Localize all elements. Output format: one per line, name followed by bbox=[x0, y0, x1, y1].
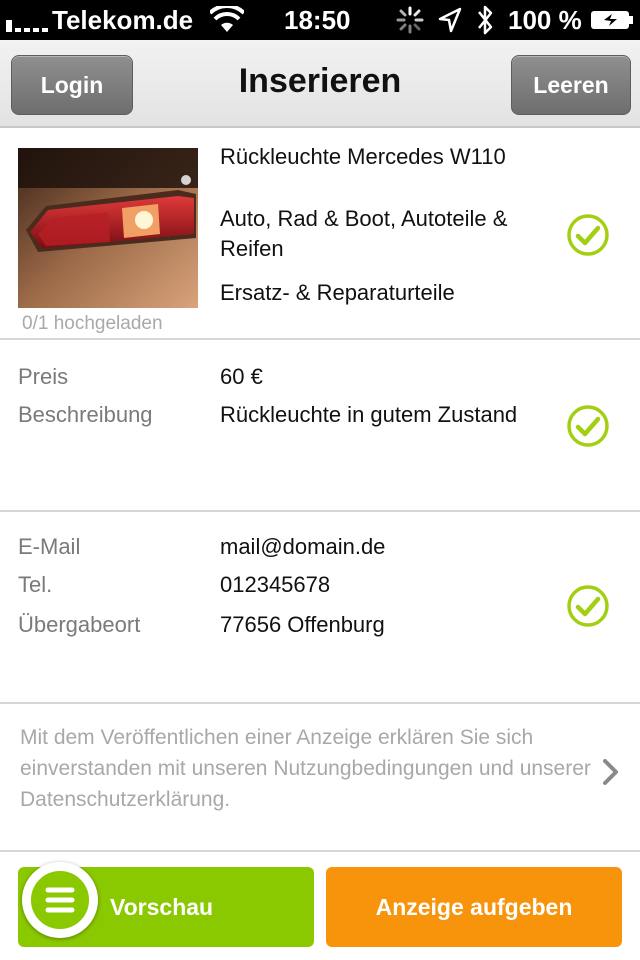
description-label: Beschreibung bbox=[18, 402, 153, 427]
bluetooth-icon bbox=[478, 5, 493, 35]
wifi-icon bbox=[210, 6, 244, 32]
signal-icon bbox=[6, 20, 48, 32]
checkmark-icon bbox=[567, 585, 609, 627]
location-arrow-icon bbox=[438, 7, 462, 33]
activity-spinner-icon bbox=[396, 6, 424, 34]
checkmark-icon bbox=[567, 214, 609, 256]
checkmark-icon bbox=[567, 405, 609, 447]
carrier-name: Telekom.de bbox=[52, 5, 194, 35]
item-photo[interactable] bbox=[18, 148, 198, 308]
chevron-right-icon[interactable] bbox=[600, 757, 622, 787]
divider bbox=[0, 702, 640, 704]
status-bar: Telekom.de 18:50 100 % bbox=[0, 0, 640, 40]
email-value[interactable]: mail@domain.de bbox=[220, 532, 385, 562]
price-value[interactable]: 60 € bbox=[220, 362, 263, 392]
description-value[interactable]: Rückleuchte in gutem Zustand bbox=[220, 400, 520, 430]
item-category[interactable]: Auto, Rad & Boot, Autoteile & Reifen bbox=[220, 204, 550, 264]
divider bbox=[0, 338, 640, 340]
publish-button[interactable]: Anzeige aufgeben bbox=[326, 867, 622, 947]
item-title[interactable]: Rückleuchte Mercedes W110 bbox=[220, 144, 506, 170]
phone-label: Tel. bbox=[18, 572, 53, 597]
phone-value[interactable]: 012345678 bbox=[220, 570, 330, 600]
menu-icon bbox=[28, 868, 92, 932]
clear-button[interactable]: Leeren bbox=[511, 55, 631, 115]
terms-notice[interactable]: Mit dem Veröffentlichen einer Anzeige er… bbox=[20, 722, 600, 815]
item-subcategory[interactable]: Ersatz- & Reparaturteile bbox=[220, 280, 455, 306]
location-value[interactable]: 77656 Offenburg bbox=[220, 610, 385, 640]
divider bbox=[0, 510, 640, 512]
nav-bar: Login Inserieren Leeren bbox=[0, 40, 640, 128]
battery-percent: 100 % bbox=[508, 5, 582, 35]
upload-status: 0/1 hochgeladen bbox=[22, 313, 163, 334]
email-label: E-Mail bbox=[18, 534, 81, 559]
battery-icon bbox=[591, 11, 633, 29]
location-label: Übergabeort bbox=[18, 612, 141, 637]
preview-label: Vorschau bbox=[110, 893, 214, 920]
menu-button[interactable] bbox=[22, 862, 98, 938]
clock: 18:50 bbox=[284, 5, 351, 35]
divider bbox=[0, 850, 640, 852]
price-label: Preis bbox=[18, 364, 69, 389]
